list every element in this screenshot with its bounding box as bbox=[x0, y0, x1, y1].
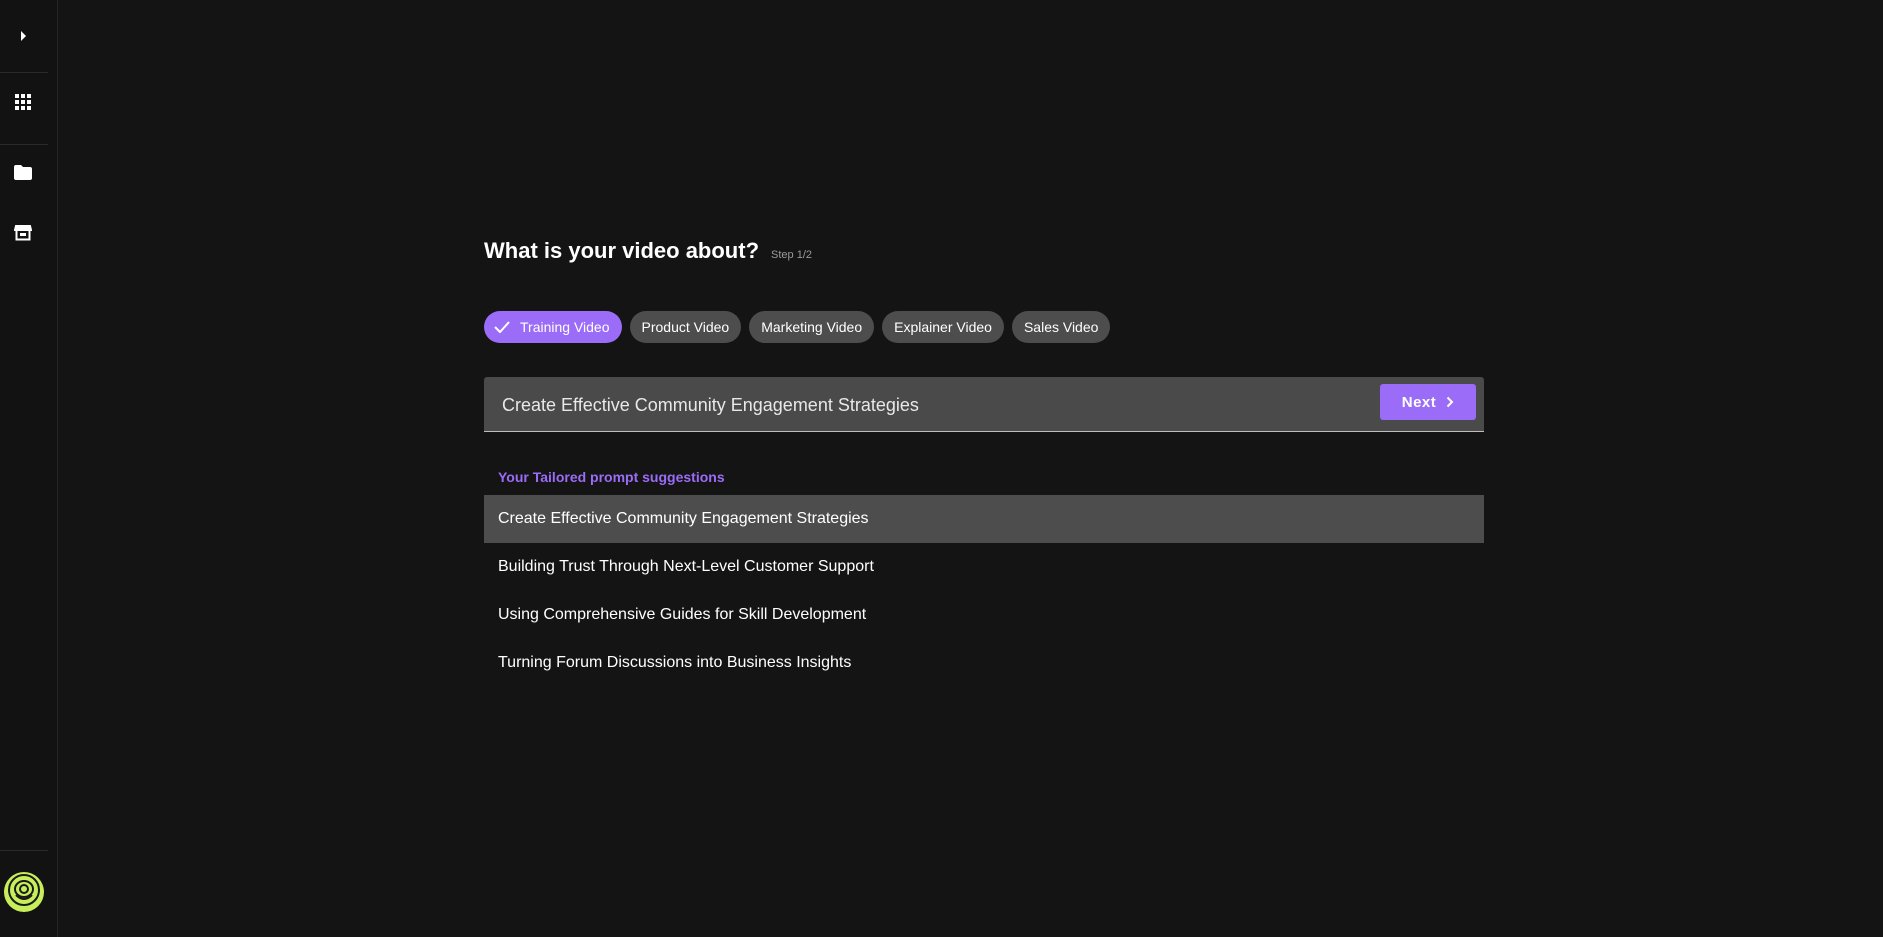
prompt-field: Next bbox=[484, 377, 1484, 433]
chip-sales-video[interactable]: Sales Video bbox=[1011, 311, 1111, 343]
chip-label: Sales Video bbox=[1023, 319, 1099, 335]
projects-button[interactable] bbox=[9, 161, 37, 189]
suggestions-list: Create Effective Community Engagement St… bbox=[484, 495, 1484, 687]
avatar[interactable] bbox=[4, 872, 44, 912]
chip-label: Training Video bbox=[520, 319, 610, 335]
chip-label: Explainer Video bbox=[894, 319, 992, 335]
chip-label: Product Video bbox=[641, 319, 730, 335]
suggestion-item[interactable]: Create Effective Community Engagement St… bbox=[484, 495, 1484, 543]
chip-product-video[interactable]: Product Video bbox=[629, 311, 742, 343]
title-row: What is your video about? Step 1/2 bbox=[484, 238, 812, 264]
chevron-right-icon bbox=[1446, 396, 1454, 408]
store-icon bbox=[13, 224, 33, 246]
check-icon bbox=[494, 321, 510, 333]
step-indicator: Step 1/2 bbox=[771, 249, 812, 261]
sidebar-divider bbox=[0, 850, 48, 851]
suggestion-item[interactable]: Turning Forum Discussions into Business … bbox=[484, 639, 1484, 687]
suggestion-item[interactable]: Using Comprehensive Guides for Skill Dev… bbox=[484, 591, 1484, 639]
expand-sidebar-button[interactable] bbox=[9, 24, 37, 52]
page-title: What is your video about? bbox=[484, 238, 760, 263]
grid-icon bbox=[15, 93, 31, 115]
next-label: Next bbox=[1401, 393, 1437, 411]
apps-button[interactable] bbox=[9, 90, 37, 118]
avatar-icon bbox=[7, 873, 41, 912]
store-button[interactable] bbox=[9, 221, 37, 249]
chip-marketing-video[interactable]: Marketing Video bbox=[749, 311, 875, 343]
sidebar-divider bbox=[0, 144, 48, 145]
prompt-input[interactable] bbox=[500, 377, 1384, 433]
chip-label: Marketing Video bbox=[761, 319, 863, 335]
suggestion-item[interactable]: Building Trust Through Next-Level Custom… bbox=[484, 543, 1484, 591]
video-type-chips: Training Video Product Video Marketing V… bbox=[484, 311, 1111, 343]
folder-icon bbox=[14, 165, 32, 185]
chip-explainer-video[interactable]: Explainer Video bbox=[882, 311, 1004, 343]
sidebar bbox=[0, 0, 58, 937]
chip-training-video[interactable]: Training Video bbox=[484, 311, 622, 343]
chevron-right-icon bbox=[18, 29, 28, 47]
suggestions-heading: Your Tailored prompt suggestions bbox=[498, 469, 725, 485]
next-button[interactable]: Next bbox=[1380, 384, 1476, 420]
sidebar-divider bbox=[0, 72, 48, 73]
